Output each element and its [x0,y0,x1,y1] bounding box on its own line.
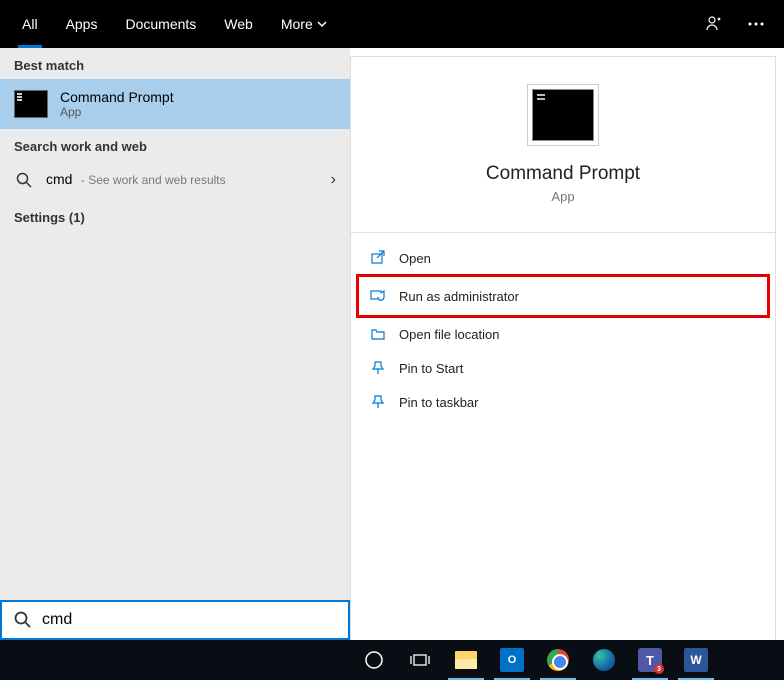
tab-all-label: All [22,16,38,32]
section-settings[interactable]: Settings (1) [0,200,350,231]
file-explorer-icon [454,648,478,672]
results-panel: Best match Command Prompt App Search wor… [0,48,350,640]
action-pin-taskbar-label: Pin to taskbar [399,395,479,410]
admin-shield-icon [369,287,387,305]
pin-start-icon [369,359,387,377]
result-subtitle: App [60,105,336,119]
section-best-match: Best match [0,48,350,79]
more-options-icon[interactable] [736,0,776,48]
taskbar-task-view[interactable] [398,640,442,680]
web-search-query: cmd [46,171,72,187]
tab-documents[interactable]: Documents [111,0,210,48]
tab-apps-label: Apps [66,16,98,32]
teams-badge: 3 [654,664,664,674]
preview-title: Command Prompt [486,163,640,185]
cortana-icon [362,648,386,672]
taskbar-chrome[interactable] [536,640,580,680]
action-run-admin-label: Run as administrator [399,289,519,304]
result-command-prompt[interactable]: Command Prompt App [0,79,350,129]
taskbar-file-explorer[interactable] [444,640,488,680]
action-open[interactable]: Open [359,241,767,275]
action-open-file-location[interactable]: Open file location [359,317,767,351]
feedback-icon[interactable] [692,0,736,48]
search-box[interactable] [0,600,350,640]
word-icon: W [684,648,708,672]
taskbar-cortana[interactable] [352,640,396,680]
outlook-icon: O [500,648,524,672]
task-view-icon [408,648,432,672]
search-icon [14,170,34,190]
taskbar-teams[interactable]: T3 [628,640,672,680]
result-web-search[interactable]: cmd - See work and web results › [0,160,350,200]
open-icon [369,249,387,267]
tab-all[interactable]: All [8,0,52,48]
action-pin-to-start[interactable]: Pin to Start [359,351,767,385]
teams-icon: T3 [638,648,662,672]
action-open-label: Open [399,251,431,266]
search-icon [14,611,32,629]
taskbar-outlook[interactable]: O [490,640,534,680]
result-title: Command Prompt [60,89,336,105]
chrome-icon [546,648,570,672]
tab-web-label: Web [224,16,253,32]
preview-panel: Command Prompt App Open Run as administr… [350,56,776,640]
action-pin-start-label: Pin to Start [399,361,463,376]
tab-more-label: More [281,16,313,32]
edge-icon [592,648,616,672]
search-input[interactable] [42,611,336,629]
action-pin-to-taskbar[interactable]: Pin to taskbar [359,385,767,419]
command-prompt-icon [14,90,48,118]
preview-app-icon [532,89,594,141]
taskbar-word[interactable]: W [674,640,718,680]
search-filter-tabs: All Apps Documents Web More [0,0,784,48]
preview-subtitle: App [551,189,574,204]
web-search-hint: - See work and web results [81,173,226,187]
folder-location-icon [369,325,387,343]
action-run-as-administrator[interactable]: Run as administrator [357,275,769,317]
preview-actions: Open Run as administrator Open file loca… [351,232,775,427]
tab-apps[interactable]: Apps [52,0,112,48]
section-search-work-web: Search work and web [0,129,350,160]
taskbar: O T3 W [0,640,784,680]
chevron-down-icon [317,19,327,29]
tab-web[interactable]: Web [210,0,267,48]
taskbar-edge[interactable] [582,640,626,680]
tab-documents-label: Documents [125,16,196,32]
tab-more[interactable]: More [267,0,341,48]
chevron-right-icon: › [331,171,336,189]
action-open-location-label: Open file location [399,327,499,342]
pin-taskbar-icon [369,393,387,411]
